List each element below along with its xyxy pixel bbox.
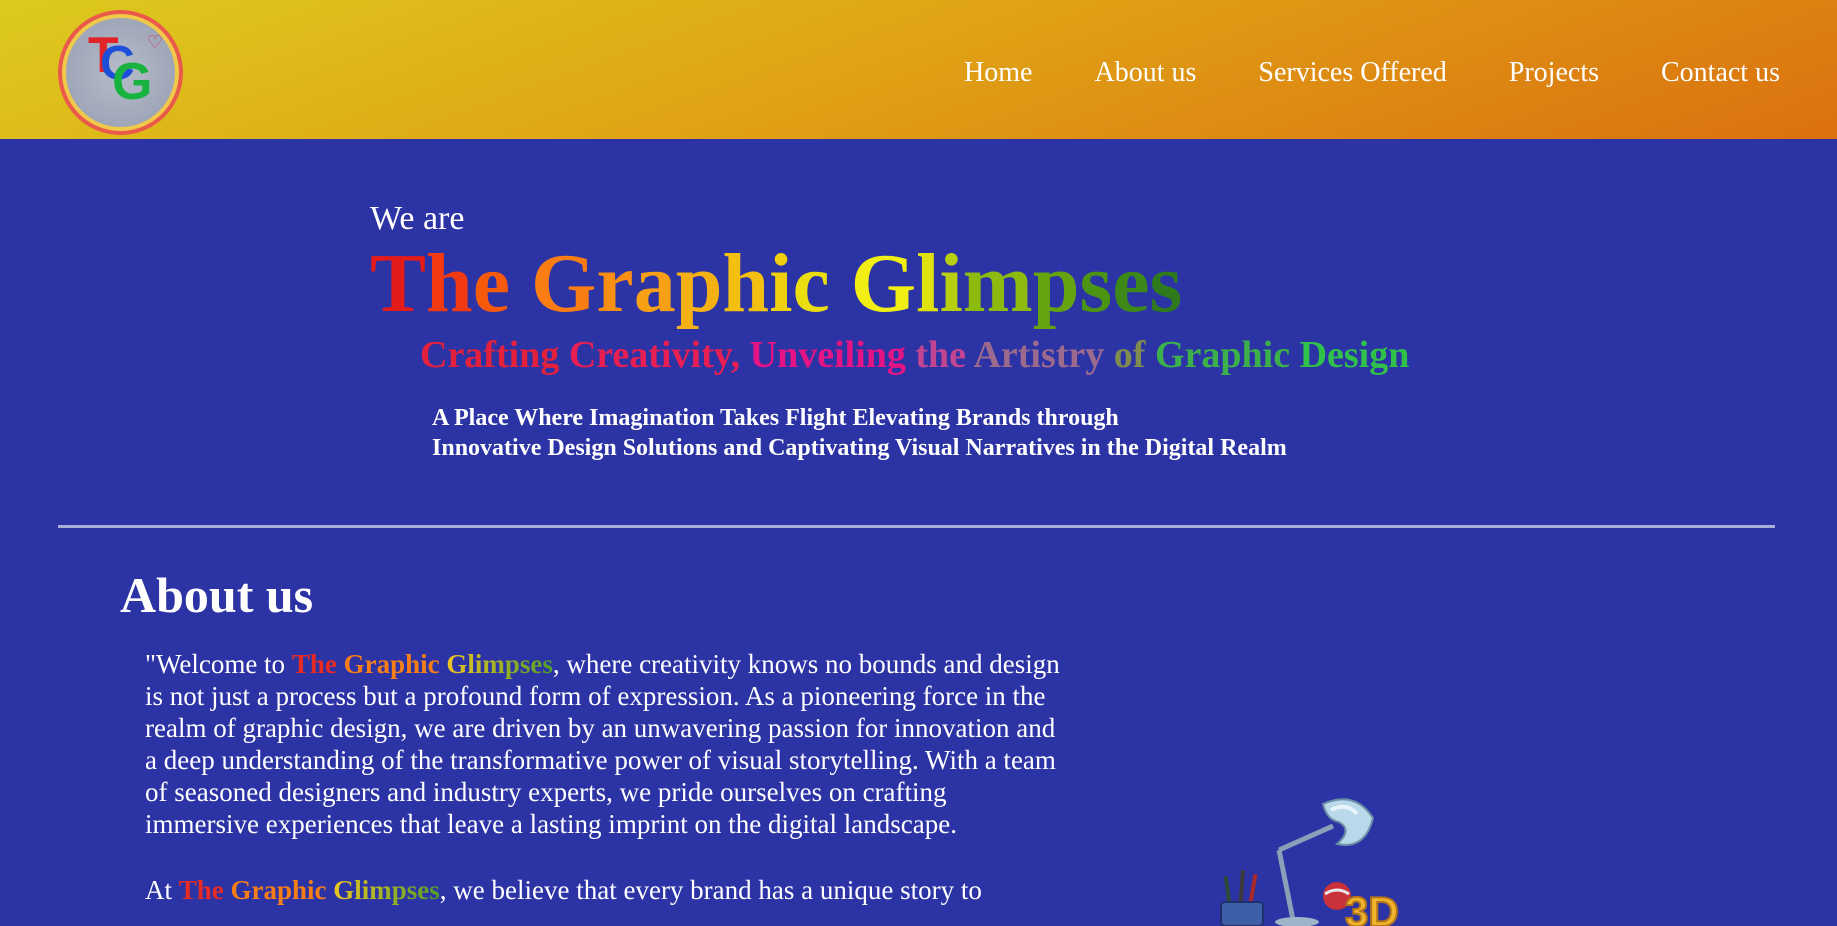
heart-icon: ♡ [146,32,163,52]
hero-title-word: Graphic [531,237,830,330]
nav-projects[interactable]: Projects [1509,57,1599,97]
logo-emblem: T C G ♡ [66,18,175,127]
hero-tagline: Crafting Creativity, Unveiling the Artis… [420,333,1409,377]
logo[interactable]: T C G ♡ [58,10,183,135]
about-heading: About us [120,567,314,623]
hero-title: The Graphic Glimpses [370,237,1183,330]
logo-ring: T C G ♡ [62,14,179,131]
hero-tagline-word: Unveiling [749,334,906,376]
logo-letter-g: G [112,53,153,111]
main-nav: Home About us Services Offered Projects … [964,57,1837,97]
hero-tagline-word: of [1113,334,1146,376]
nav-about-us[interactable]: About us [1094,57,1196,97]
about-p1-lead: "Welcome to [145,649,292,679]
hero-title-word: Glimpses [850,237,1183,330]
hero-tagline-word: the [915,334,967,376]
about-paragraph-2: At The Graphic Glimpses, we believe that… [145,874,1065,906]
nav-contact-us[interactable]: Contact us [1661,57,1780,97]
brand-name: The Graphic Glimpses [178,875,440,905]
hero-title-word: The [370,237,511,330]
pencil-cup-icon [1220,869,1264,926]
nav-home[interactable]: Home [964,57,1032,97]
about-p2-text: , we believe that every brand has a uniq… [439,875,982,905]
brand-name: The Graphic Glimpses [291,649,553,679]
hero-tagline-word: Creativity, [568,334,741,376]
hero-tagline-word: Graphic [1154,334,1291,376]
hero-tagline-word: Artistry [973,334,1105,376]
nav-services-offered[interactable]: Services Offered [1258,57,1446,97]
hero-tagline-word: Design [1299,334,1410,376]
section-divider [58,525,1775,528]
hero-subtitle-line-2: Innovative Design Solutions and Captivat… [432,435,1287,461]
about-p2-lead: At [145,875,179,905]
site-header: T C G ♡ Home About us Services Offered P… [0,0,1837,139]
hero-intro: We are [370,200,465,237]
desk-lamp-illustration: 3D [1205,790,1435,926]
hero-subtitle: A Place Where Imagination Takes Flight E… [432,403,1287,463]
hero-subtitle-line-1: A Place Where Imagination Takes Flight E… [432,405,1119,431]
about-paragraph-1: "Welcome to The Graphic Glimpses, where … [145,648,1065,840]
lamp-icon: 3D [1220,798,1400,926]
about-body: "Welcome to The Graphic Glimpses, where … [145,648,1065,926]
hero-tagline-word: Crafting [420,334,560,376]
badge-3d-text: 3D [1345,888,1399,926]
